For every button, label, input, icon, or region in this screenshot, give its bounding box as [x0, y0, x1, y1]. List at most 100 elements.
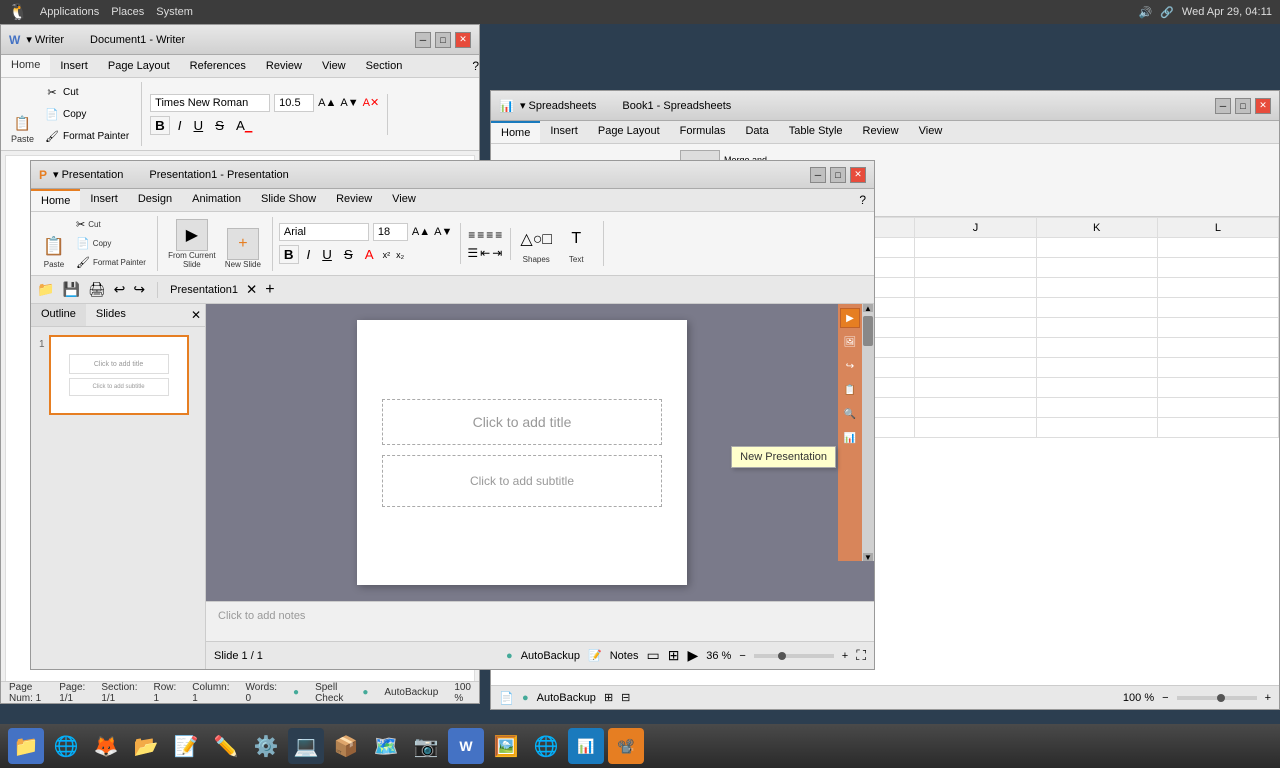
pres-shapes-btn[interactable]: △○□ Shapes	[517, 221, 555, 266]
pres-align-left-btn[interactable]: ≡	[468, 228, 475, 242]
ss-cell[interactable]	[915, 418, 1036, 438]
pres-side-btn-2[interactable]: 🖼	[840, 332, 860, 352]
writer-italic-btn[interactable]: I	[174, 117, 186, 134]
pres-strikethrough-btn[interactable]: S	[340, 246, 357, 263]
ss-grid-icon[interactable]: ⊞	[604, 691, 613, 704]
pres-tab-insert[interactable]: Insert	[80, 189, 128, 211]
ss-sheet-btn[interactable]: 📄	[499, 691, 514, 705]
pres-superscript-btn[interactable]: x²	[382, 249, 392, 261]
pres-tab-review[interactable]: Review	[326, 189, 382, 211]
writer-strikethrough-btn[interactable]: S	[211, 117, 228, 134]
scroll-thumb[interactable]	[863, 316, 873, 346]
pres-copy-btn[interactable]: 📄 Copy	[73, 235, 149, 252]
pres-side-btn-6[interactable]: 📊	[840, 428, 860, 448]
pres-side-btn-4[interactable]: 📋	[840, 380, 860, 400]
pres-tab-view[interactable]: View	[382, 189, 426, 211]
pres-text-btn[interactable]: T Text	[557, 221, 595, 266]
ss-cell[interactable]	[915, 278, 1036, 298]
slide-panel-close-btn[interactable]: ✕	[187, 304, 205, 326]
ss-cell[interactable]	[915, 398, 1036, 418]
notes-area[interactable]: Click to add notes	[206, 601, 874, 641]
ss-col-j[interactable]: J	[915, 218, 1036, 238]
taskbar-browser-icon[interactable]: 🌐	[528, 728, 564, 764]
pres-col-btn[interactable]: ☰	[467, 246, 478, 260]
writer-clear-format-btn[interactable]: A✕	[363, 96, 380, 109]
writer-tab-view[interactable]: View	[312, 55, 356, 77]
pres-close-btn[interactable]: ✕	[850, 167, 866, 183]
writer-minimize-btn[interactable]: ─	[415, 32, 431, 48]
taskbar-chrome-icon[interactable]: 🌐	[48, 728, 84, 764]
writer-font-size[interactable]	[274, 94, 314, 112]
writer-maximize-btn[interactable]: □	[435, 32, 451, 48]
pres-font-size[interactable]	[373, 223, 408, 241]
ss-close-btn[interactable]: ✕	[1255, 98, 1271, 114]
pres-side-btn-5[interactable]: 🔍	[840, 404, 860, 424]
pres-tab-animation[interactable]: Animation	[182, 189, 251, 211]
taskbar-writer-dock-icon[interactable]: W	[448, 728, 484, 764]
ss-view-icon[interactable]: ⊟	[621, 691, 630, 704]
pres-font-decrease-btn[interactable]: A▼	[434, 226, 452, 238]
writer-cut-btn[interactable]: ✂ Cut	[40, 82, 133, 102]
ss-cell[interactable]	[1036, 338, 1157, 358]
ss-cell[interactable]	[1036, 378, 1157, 398]
ss-tab-pagelayout[interactable]: Page Layout	[588, 121, 670, 143]
pres-open-btn[interactable]: 📁	[37, 281, 54, 298]
taskbar-impress-icon[interactable]: 🖼️	[488, 728, 524, 764]
ss-col-k[interactable]: K	[1036, 218, 1157, 238]
pres-minimize-btn[interactable]: ─	[810, 167, 826, 183]
taskbar-camera-icon[interactable]: 📷	[408, 728, 444, 764]
pres-view-play-btn[interactable]: ▶	[687, 647, 698, 664]
writer-tab-pagelayout[interactable]: Page Layout	[98, 55, 180, 77]
taskbar-notes-icon[interactable]: 📝	[168, 728, 204, 764]
writer-underline-btn[interactable]: U	[190, 117, 208, 134]
pres-new-tab-btn[interactable]: +	[265, 281, 274, 299]
ss-tab-view[interactable]: View	[909, 121, 953, 143]
pres-font-color-btn[interactable]: A	[361, 246, 378, 263]
pres-paste-btn[interactable]: 📋 Paste	[37, 230, 71, 271]
ss-cell[interactable]	[1157, 338, 1278, 358]
pres-tab-design[interactable]: Design	[128, 189, 182, 211]
pres-fullscreen-btn[interactable]: ⛶	[856, 647, 866, 664]
vertical-scrollbar[interactable]: ▲ ▼	[862, 304, 874, 561]
ss-cell[interactable]	[1157, 318, 1278, 338]
ss-cell[interactable]	[915, 318, 1036, 338]
pres-align-center-btn[interactable]: ≡	[477, 228, 484, 242]
ss-cell[interactable]	[915, 358, 1036, 378]
system-menu[interactable]: System	[156, 6, 193, 18]
applications-menu[interactable]: Applications	[40, 6, 99, 18]
ss-cell[interactable]	[1036, 418, 1157, 438]
pres-side-btn-3[interactable]: ↪	[840, 356, 860, 376]
pres-view-grid-btn[interactable]: ⊞	[668, 647, 680, 664]
ss-cell[interactable]	[1157, 258, 1278, 278]
pres-app-btn[interactable]: ▾ Presentation	[53, 168, 123, 181]
taskbar-firefox-icon[interactable]: 🦊	[88, 728, 124, 764]
ss-cell[interactable]	[1036, 318, 1157, 338]
pres-close-tab-btn[interactable]: ✕	[246, 282, 257, 298]
taskbar-draw-icon[interactable]: ✏️	[208, 728, 244, 764]
writer-tab-references[interactable]: References	[180, 55, 256, 77]
writer-bold-btn[interactable]: B	[150, 116, 170, 135]
scroll-up-btn[interactable]: ▲	[863, 304, 873, 312]
slide-panel-tab-outline[interactable]: Outline	[31, 304, 86, 326]
ss-cell[interactable]	[1157, 418, 1278, 438]
taskbar-pres-dock-icon[interactable]: 📽️	[608, 728, 644, 764]
writer-app-name[interactable]: ▾ Writer	[26, 33, 64, 46]
pres-indent-increase-btn[interactable]: ⇥	[492, 246, 502, 260]
ss-minimize-btn[interactable]: ─	[1215, 98, 1231, 114]
pres-zoom-increase-btn[interactable]: +	[842, 650, 848, 662]
pres-zoom-decrease-btn[interactable]: −	[739, 650, 745, 662]
writer-tab-review[interactable]: Review	[256, 55, 312, 77]
ss-cell[interactable]	[1157, 378, 1278, 398]
ss-cell[interactable]	[1157, 298, 1278, 318]
ss-tab-insert[interactable]: Insert	[540, 121, 588, 143]
pres-redo-btn[interactable]: ↪	[133, 281, 145, 298]
ss-app-btn[interactable]: ▾ Spreadsheets	[520, 99, 596, 112]
ss-tab-review[interactable]: Review	[853, 121, 909, 143]
writer-format-painter-btn[interactable]: 🖌 Format Painter	[40, 126, 133, 146]
pres-font-increase-btn[interactable]: A▲	[412, 226, 430, 238]
pres-from-current-btn[interactable]: ▶ From Current Slide	[164, 217, 220, 271]
slide-panel-tab-slides[interactable]: Slides	[86, 304, 136, 326]
places-menu[interactable]: Places	[111, 6, 144, 18]
ss-cell[interactable]	[915, 238, 1036, 258]
pres-help-icon[interactable]: ?	[859, 193, 866, 207]
